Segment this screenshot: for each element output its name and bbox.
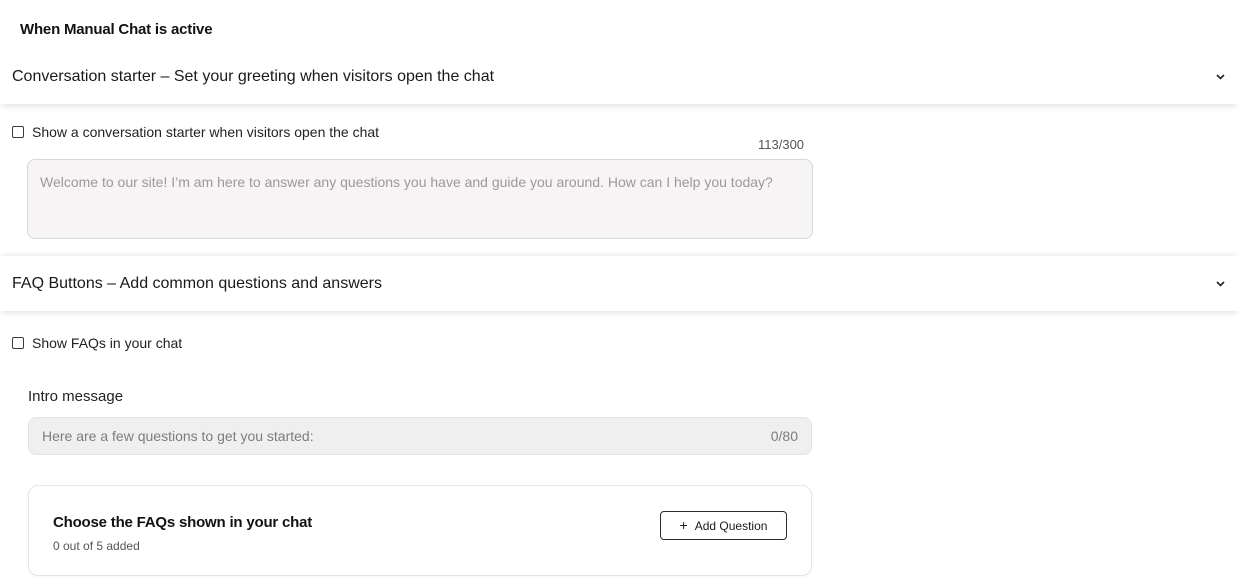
plus-icon: + xyxy=(679,517,688,533)
add-question-label: Add Question xyxy=(694,518,768,533)
intro-message-placeholder: Here are a few questions to get you star… xyxy=(42,428,314,444)
conversation-starter-textarea[interactable]: Welcome to our site! I’m am here to answ… xyxy=(27,159,813,239)
conversation-starter-checkbox[interactable] xyxy=(12,126,24,138)
faq-card-title: Choose the FAQs shown in your chat xyxy=(53,514,313,531)
chevron-down-icon[interactable] xyxy=(1213,70,1227,84)
conversation-starter-accordion-header[interactable]: Conversation starter – Set your greeting… xyxy=(0,50,1239,104)
add-question-button[interactable]: + Add Question xyxy=(660,511,787,540)
intro-message-counter: 0/80 xyxy=(770,428,798,444)
faq-card-count: 0 out of 5 added xyxy=(53,539,140,553)
section-title: When Manual Chat is active xyxy=(20,21,213,38)
chevron-down-icon[interactable] xyxy=(1213,277,1227,291)
settings-page: When Manual Chat is active Conversation … xyxy=(0,0,1239,587)
conversation-starter-title: Conversation starter – Set your greeting… xyxy=(12,68,495,85)
faq-checkbox-label: Show FAQs in your chat xyxy=(32,335,183,351)
faq-toggle-row[interactable]: Show FAQs in your chat xyxy=(12,335,182,351)
faq-checkbox[interactable] xyxy=(12,337,24,349)
intro-message-input[interactable]: Here are a few questions to get you star… xyxy=(28,417,812,455)
conversation-starter-checkbox-label: Show a conversation starter when visitor… xyxy=(32,124,380,140)
faq-accordion-header[interactable]: FAQ Buttons – Add common questions and a… xyxy=(0,256,1239,311)
conversation-starter-toggle-row[interactable]: Show a conversation starter when visitor… xyxy=(12,124,379,140)
faq-selection-card: Choose the FAQs shown in your chat 0 out… xyxy=(28,485,812,576)
faq-accordion-title: FAQ Buttons – Add common questions and a… xyxy=(12,274,382,292)
character-counter: 113/300 xyxy=(758,137,805,152)
intro-message-label: Intro message xyxy=(28,388,124,405)
